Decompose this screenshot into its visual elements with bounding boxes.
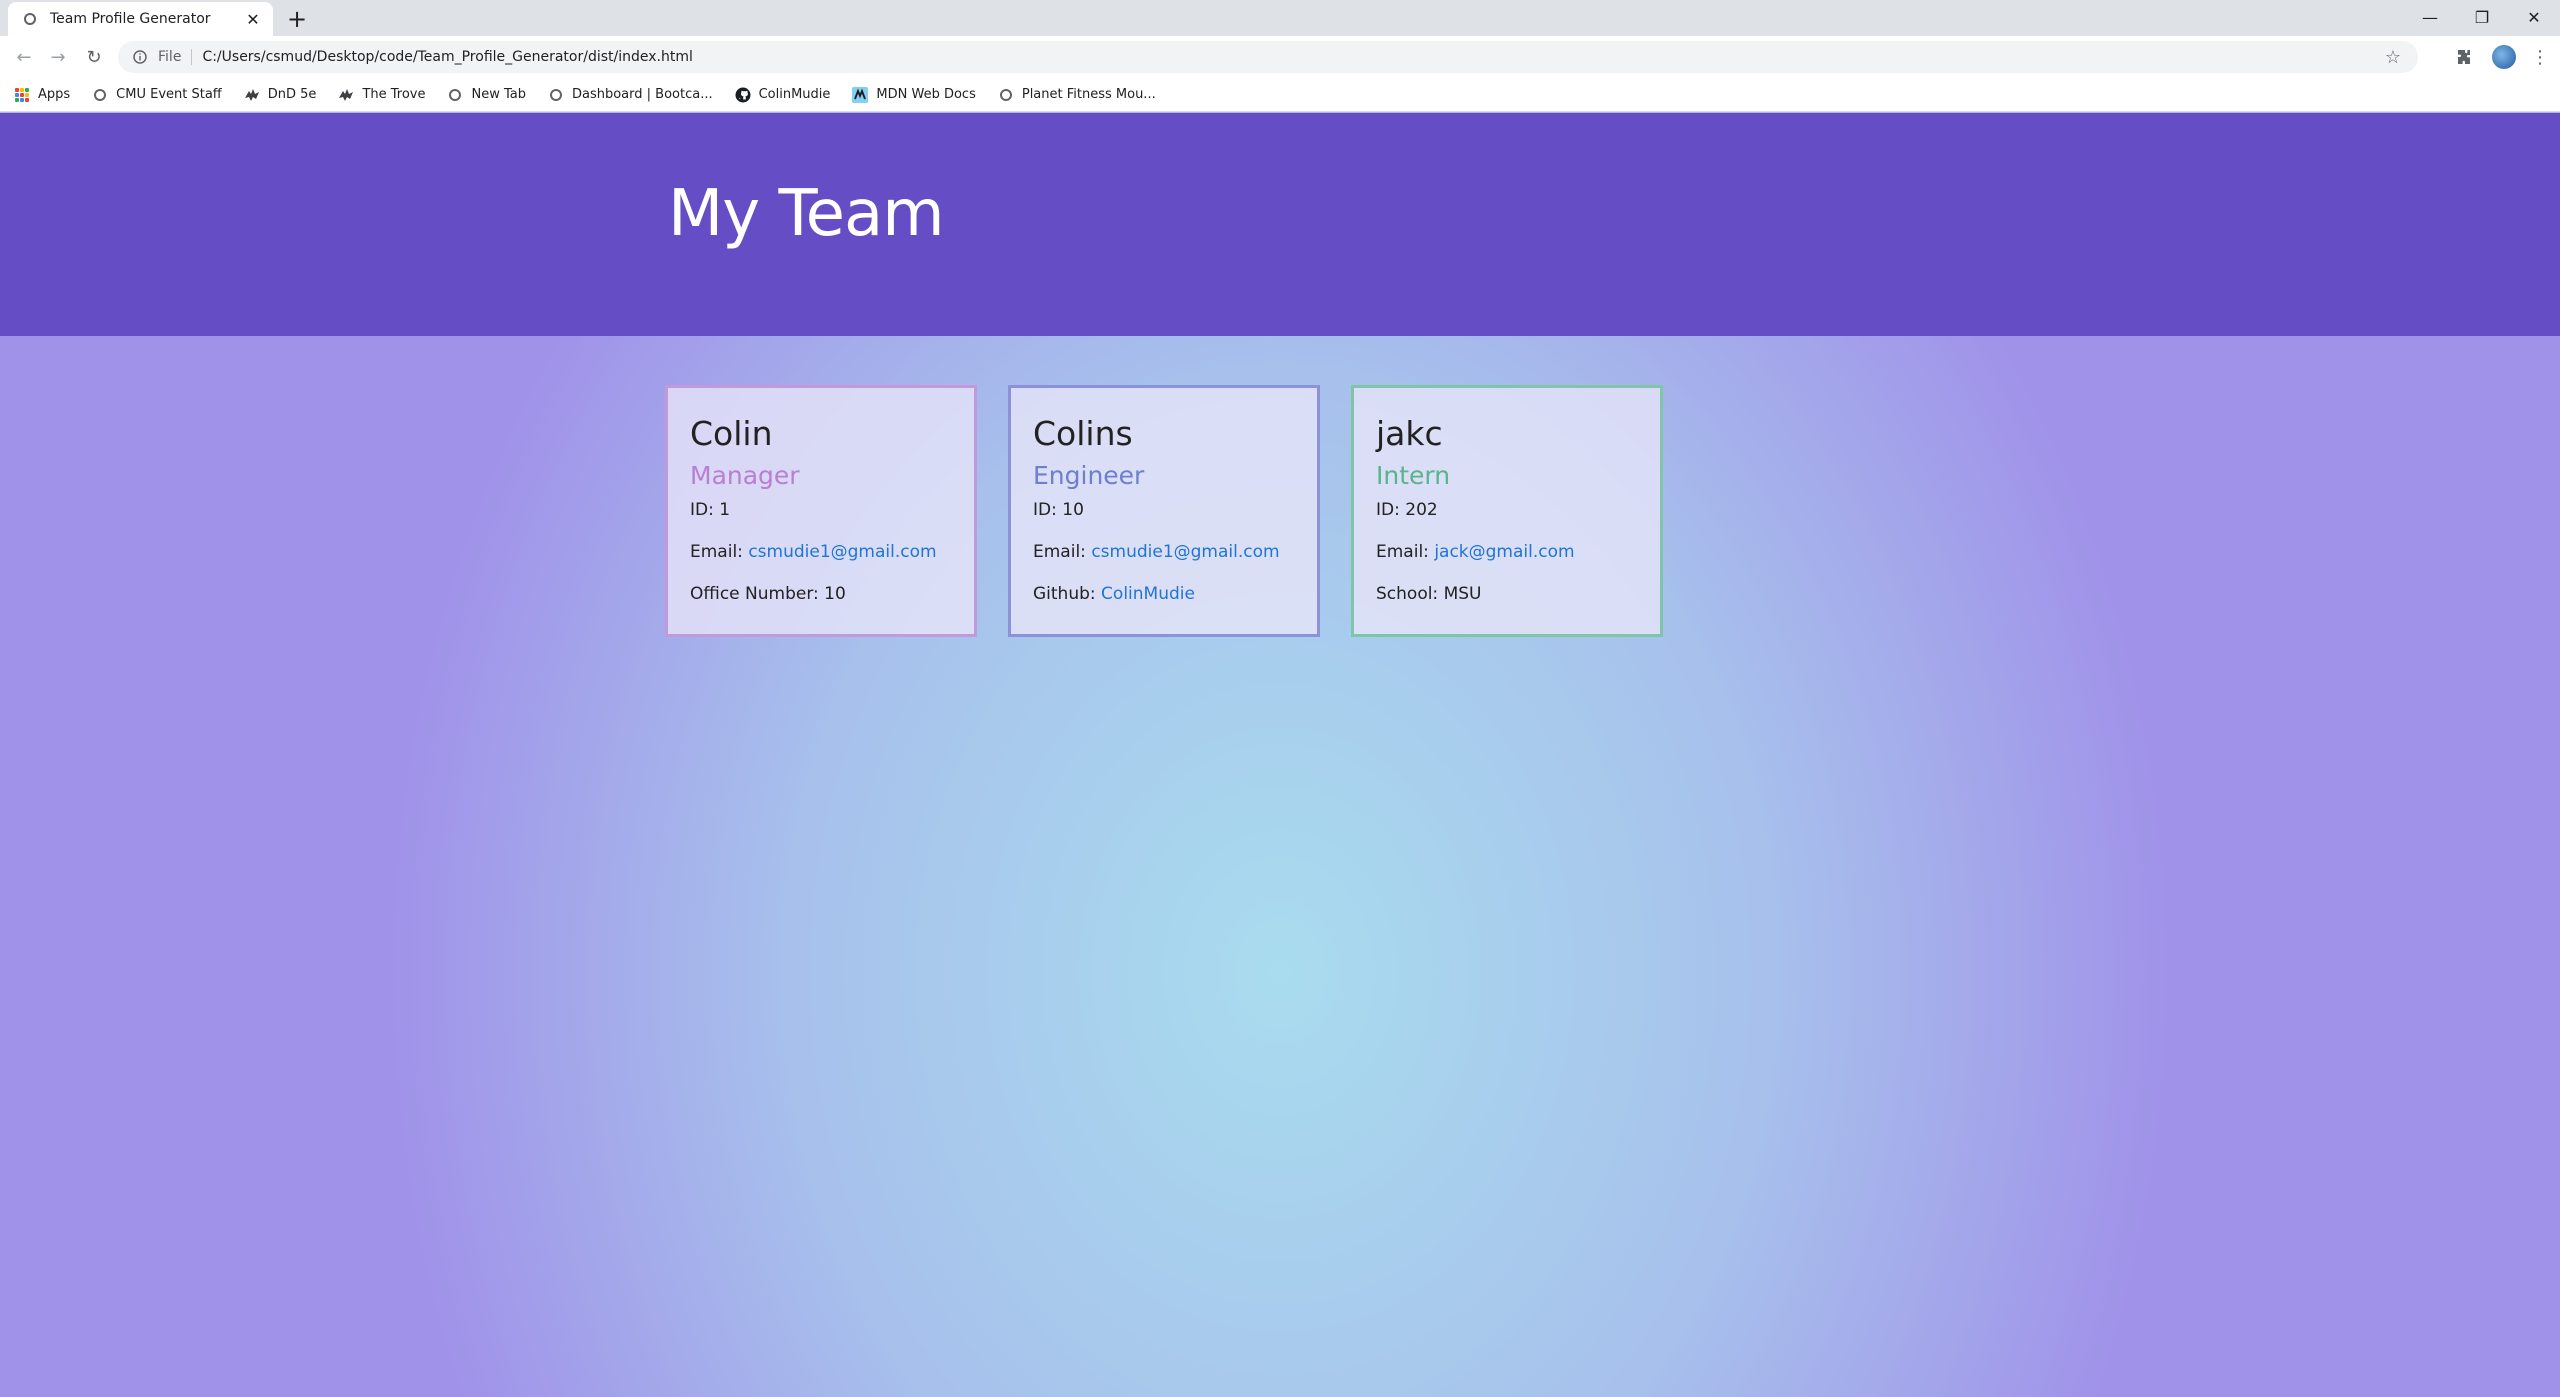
employee-office-number: Office Number: 10 [690, 584, 952, 604]
employee-email: Email: jack@gmail.com [1376, 542, 1638, 562]
id-value: 202 [1405, 500, 1438, 520]
bookmark-label: CMU Event Staff [116, 87, 222, 102]
id-value: 1 [719, 500, 731, 520]
extensions-puzzle-icon[interactable] [2448, 41, 2480, 73]
employee-name: Colins [1033, 414, 1133, 453]
page-title: My Team [668, 177, 945, 251]
email-link[interactable]: jack@gmail.com [1434, 542, 1574, 562]
school-value: MSU [1443, 584, 1482, 604]
employee-role: Intern [1376, 461, 1451, 490]
bookmark-mdn-web-docs[interactable]: MDN Web Docs [852, 86, 976, 103]
mdn-icon [852, 86, 869, 103]
kebab-menu-icon[interactable]: ⋮ [2524, 41, 2556, 73]
email-label: Email: [1376, 542, 1429, 562]
employee-id: ID: 202 [1376, 500, 1638, 520]
bookmark-star-icon[interactable]: ☆ [2382, 46, 2404, 68]
email-link[interactable]: csmudie1@gmail.com [1091, 542, 1279, 562]
browser-tab[interactable]: Team Profile Generator ✕ [8, 2, 273, 36]
email-label: Email: [690, 542, 743, 562]
github-link[interactable]: ColinMudie [1101, 584, 1195, 604]
globe-icon [92, 87, 108, 103]
bookmark-label: DnD 5e [267, 87, 317, 102]
employee-card-engineer: Colins Engineer ID: 10 Email: csmudie1@g… [1008, 385, 1320, 637]
employee-name: jakc [1376, 414, 1443, 453]
bookmarks-bar: Apps CMU Event Staff DnD 5e The Trove Ne… [0, 78, 2560, 112]
bookmark-label: MDN Web Docs [876, 87, 976, 102]
globe-icon [998, 87, 1014, 103]
dragon-icon [338, 87, 354, 103]
email-label: Email: [1033, 542, 1086, 562]
id-label: ID: [690, 500, 714, 520]
globe-icon [548, 87, 564, 103]
bookmark-cmu-event-staff[interactable]: CMU Event Staff [92, 87, 222, 103]
employee-role: Manager [690, 461, 800, 490]
tab-title: Team Profile Generator [50, 11, 211, 27]
address-url[interactable]: C:/Users/csmud/Desktop/code/Team_Profile… [202, 49, 2382, 65]
employee-card-intern: jakc Intern ID: 202 Email: jack@gmail.co… [1351, 385, 1663, 637]
apps-grid-icon [14, 87, 30, 103]
bookmark-label: Apps [38, 87, 71, 102]
office-number-value: 10 [824, 584, 846, 604]
employee-id: ID: 10 [1033, 500, 1295, 520]
globe-icon [447, 87, 463, 103]
tab-strip: Team Profile Generator ✕ + — ❐ ✕ [0, 0, 2560, 36]
github-label: Github: [1033, 584, 1096, 604]
info-icon[interactable] [132, 49, 148, 65]
bookmark-apps[interactable]: Apps [14, 87, 70, 103]
new-tab-button[interactable]: + [283, 5, 311, 33]
employee-id: ID: 1 [690, 500, 952, 520]
bookmark-new-tab[interactable]: New Tab [447, 87, 526, 103]
page-viewport: My Team Colin Manager ID: 1 Email: csmud… [0, 113, 2560, 1397]
toolbar-right: ⋮ [2448, 41, 2560, 73]
id-value: 10 [1062, 500, 1084, 520]
employee-email: Email: csmudie1@gmail.com [1033, 542, 1295, 562]
bookmark-the-trove[interactable]: The Trove [338, 87, 425, 103]
close-icon[interactable]: ✕ [243, 9, 263, 29]
page-header: My Team [0, 113, 2560, 336]
email-link[interactable]: csmudie1@gmail.com [748, 542, 936, 562]
window-controls: — ❐ ✕ [2404, 0, 2560, 34]
employee-email: Email: csmudie1@gmail.com [690, 542, 952, 562]
address-bar[interactable]: File C:/Users/csmud/Desktop/code/Team_Pr… [118, 41, 2418, 73]
employee-card-manager: Colin Manager ID: 1 Email: csmudie1@gmai… [665, 385, 977, 637]
close-window-icon[interactable]: ✕ [2508, 0, 2560, 34]
employee-github: Github: ColinMudie [1033, 584, 1295, 604]
bookmark-planet-fitness[interactable]: Planet Fitness Mou... [998, 87, 1156, 103]
bookmark-dashboard[interactable]: Dashboard | Bootca... [548, 87, 713, 103]
bookmark-label: ColinMudie [758, 87, 831, 102]
office-number-label: Office Number: [690, 584, 819, 604]
employee-name: Colin [690, 414, 773, 453]
school-label: School: [1376, 584, 1439, 604]
address-scheme: File [158, 49, 193, 65]
id-label: ID: [1376, 500, 1400, 520]
globe-icon [22, 11, 38, 27]
browser-toolbar: ← → ↻ File C:/Users/csmud/Desktop/code/T… [0, 36, 2560, 78]
id-label: ID: [1033, 500, 1057, 520]
employee-role: Engineer [1033, 461, 1145, 490]
forward-arrow-icon[interactable]: → [46, 45, 70, 69]
bookmark-label: The Trove [362, 87, 426, 102]
team-cards: Colin Manager ID: 1 Email: csmudie1@gmai… [665, 385, 1694, 637]
github-icon [735, 87, 751, 103]
minimize-icon[interactable]: — [2404, 0, 2456, 34]
bookmark-label: Planet Fitness Mou... [1021, 87, 1156, 102]
employee-school: School: MSU [1376, 584, 1638, 604]
dragon-icon [244, 87, 260, 103]
bookmark-label: New Tab [471, 87, 526, 102]
bookmark-colinmudie[interactable]: ColinMudie [735, 87, 831, 103]
profile-avatar[interactable] [2492, 45, 2516, 69]
restore-icon[interactable]: ❐ [2456, 0, 2508, 34]
back-arrow-icon[interactable]: ← [12, 45, 36, 69]
bookmark-label: Dashboard | Bootca... [571, 87, 713, 102]
reload-icon[interactable]: ↻ [82, 45, 106, 69]
bookmark-dnd-5e[interactable]: DnD 5e [244, 87, 317, 103]
